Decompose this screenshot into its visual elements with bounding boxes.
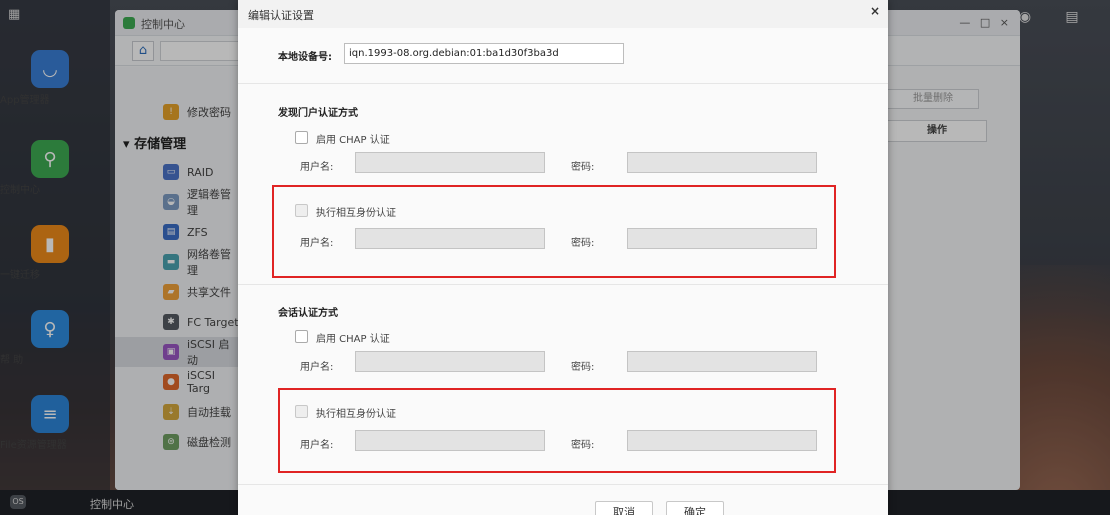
session-auth-heading: 会话认证方式 <box>278 308 338 319</box>
divider <box>238 284 888 285</box>
discovery-mutual-username-field[interactable] <box>355 228 545 249</box>
session-mutual-username-field[interactable] <box>355 430 545 451</box>
discovery-mutual-username-label: 用户名: <box>300 238 334 249</box>
session-username-label: 用户名: <box>300 362 334 373</box>
discovery-username-field[interactable] <box>355 152 545 173</box>
session-mutual-username-label: 用户名: <box>300 440 334 451</box>
discovery-username-label: 用户名: <box>300 162 334 173</box>
local-device-label: 本地设备号: <box>278 52 332 63</box>
confirm-button[interactable]: 确定 <box>666 501 724 515</box>
divider <box>238 484 888 485</box>
dialog-title: 编辑认证设置 <box>248 9 314 22</box>
discovery-password-field[interactable] <box>627 152 817 173</box>
session-mutual-auth-label: 执行相互身份认证 <box>316 409 396 420</box>
close-icon[interactable]: × <box>870 4 880 18</box>
local-device-field[interactable]: iqn.1993-08.org.debian:01:ba1d30f3ba3d <box>344 43 624 64</box>
session-password-label: 密码: <box>571 362 595 373</box>
session-mutual-password-field[interactable] <box>627 430 817 451</box>
session-enable-chap-label: 启用 CHAP 认证 <box>316 334 390 345</box>
discovery-auth-heading: 发现门户认证方式 <box>278 108 358 119</box>
discovery-password-label: 密码: <box>571 162 595 173</box>
session-mutual-auth-checkbox[interactable] <box>295 405 308 418</box>
edit-auth-dialog: 编辑认证设置 × 本地设备号: iqn.1993-08.org.debian:0… <box>238 0 888 515</box>
session-enable-chap-checkbox[interactable] <box>295 330 308 343</box>
discovery-mutual-password-label: 密码: <box>571 238 595 249</box>
cancel-button[interactable]: 取消 <box>595 501 653 515</box>
dialog-header: 编辑认证设置 × <box>238 0 888 28</box>
dialog-body: 本地设备号: iqn.1993-08.org.debian:01:ba1d30f… <box>238 28 888 515</box>
session-mutual-password-label: 密码: <box>571 440 595 451</box>
discovery-enable-chap-label: 启用 CHAP 认证 <box>316 135 390 146</box>
session-password-field[interactable] <box>627 351 817 372</box>
discovery-mutual-auth-checkbox[interactable] <box>295 204 308 217</box>
discovery-mutual-password-field[interactable] <box>627 228 817 249</box>
divider <box>238 83 888 84</box>
discovery-mutual-auth-label: 执行相互身份认证 <box>316 208 396 219</box>
discovery-enable-chap-checkbox[interactable] <box>295 131 308 144</box>
session-username-field[interactable] <box>355 351 545 372</box>
